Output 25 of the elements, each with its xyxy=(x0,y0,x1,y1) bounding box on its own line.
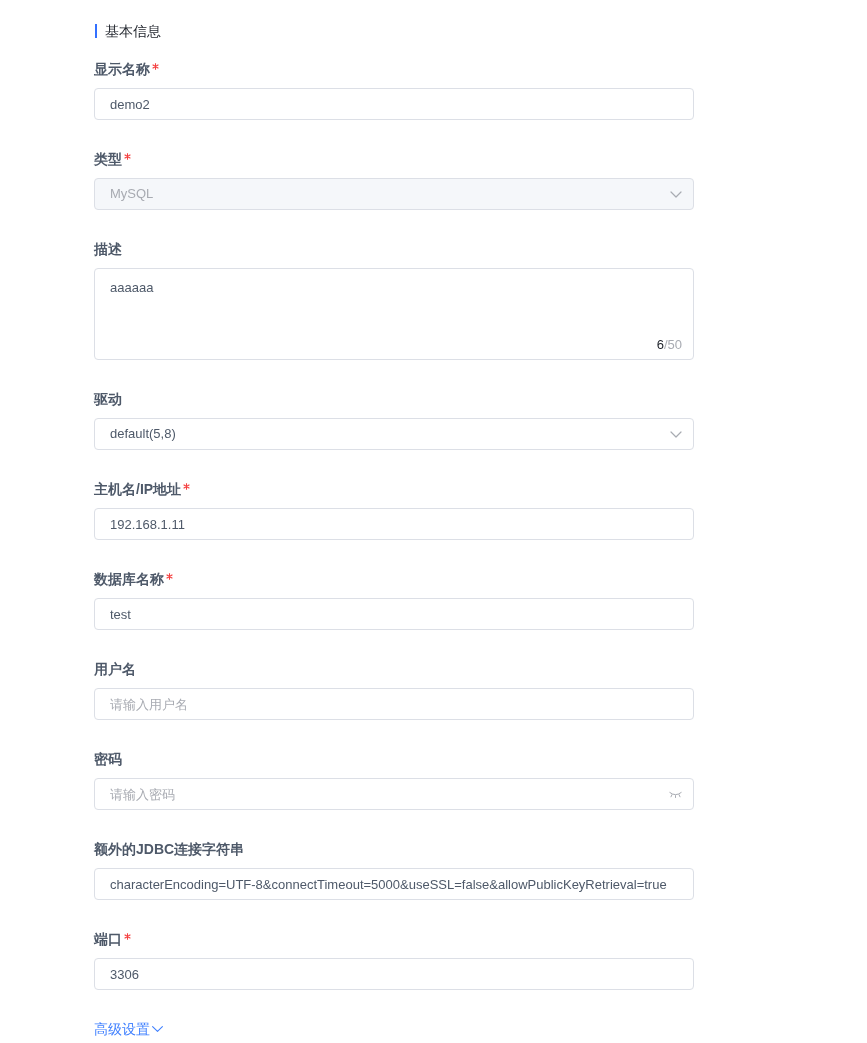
closed-eye-icon xyxy=(669,791,682,798)
field-label: 端口 xyxy=(94,930,122,949)
advanced-settings-link[interactable]: 高级设置 xyxy=(94,1018,163,1040)
character-counter: 6/50 xyxy=(656,336,682,354)
select-field[interactable]: default(5,8) xyxy=(94,418,694,450)
field-label: 数据库名称 xyxy=(94,570,164,589)
field-label: 用户名 xyxy=(94,660,136,679)
input-field[interactable]: demo2 xyxy=(94,88,694,120)
chevron-down-icon xyxy=(670,190,682,198)
field-label: 密码 xyxy=(94,750,122,769)
field-label: 显示名称 xyxy=(94,60,150,79)
field-label: 额外的JDBC连接字符串 xyxy=(94,840,245,859)
chevron-down-icon xyxy=(670,430,682,438)
input-field[interactable]: characterEncoding=UTF-8&connectTimeout=5000&useSSL=false&allowPublicKeyRetrieval=true xyxy=(94,868,694,900)
input-field[interactable]: test xyxy=(94,598,694,630)
field-label: 驱动 xyxy=(94,390,122,409)
password-field[interactable]: 请输入密码 xyxy=(94,778,694,810)
section-title: 基本信息 xyxy=(105,22,161,41)
input-field[interactable]: 3306 xyxy=(94,958,694,990)
section-accent-bar xyxy=(95,24,97,38)
input-field[interactable]: 请输入用户名 xyxy=(94,688,694,720)
field-label: 描述 xyxy=(94,240,122,259)
field-label: 类型 xyxy=(94,150,122,169)
input-field[interactable]: 192.168.1.11 xyxy=(94,508,694,540)
field-label: 主机名/IP地址 xyxy=(94,480,182,499)
